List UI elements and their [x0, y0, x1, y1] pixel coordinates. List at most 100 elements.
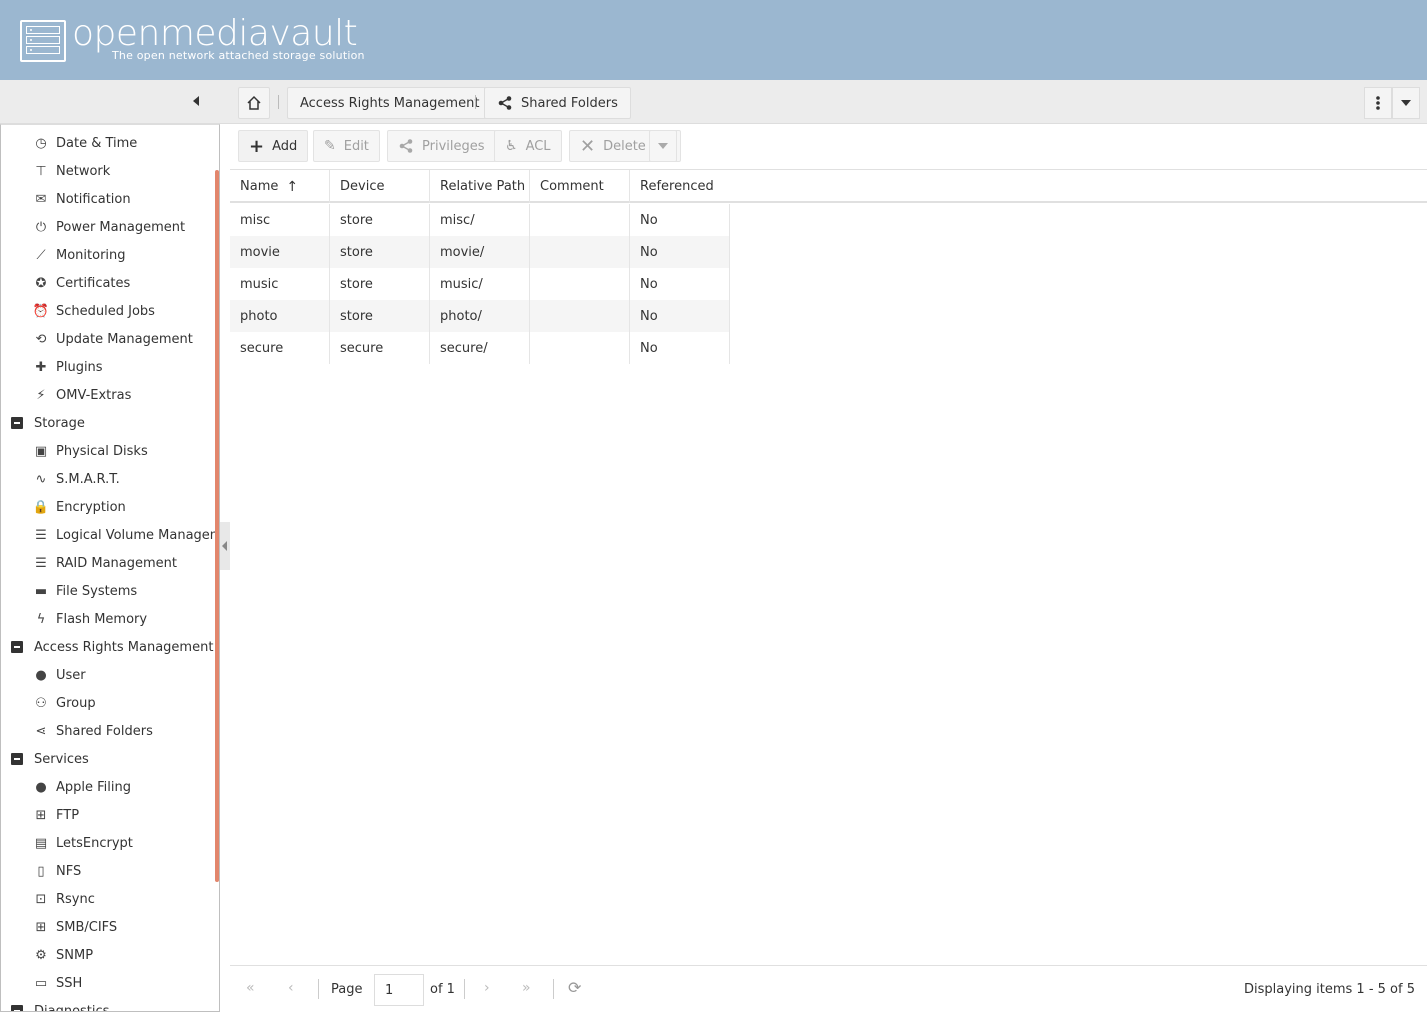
sidebar-item-label: Update Management [56, 331, 193, 347]
collapse-icon[interactable] [11, 417, 23, 429]
sidebar-item-services[interactable]: Services [11, 745, 89, 773]
sidebar-item-label: Physical Disks [56, 443, 148, 459]
last-page-icon[interactable]: » [522, 980, 531, 996]
sidebar-item-logical-volume-managem[interactable]: ☰ Logical Volume Managem [33, 521, 220, 549]
sidebar-item-rsync[interactable]: ⊡ Rsync [33, 885, 95, 913]
collapse-icon[interactable] [11, 1005, 23, 1011]
table-row[interactable]: photo store photo/No [230, 300, 730, 332]
cell-comment [530, 236, 630, 268]
sidebar-item-access-rights-management[interactable]: Access Rights Management [11, 633, 213, 661]
dropdown-menu-button[interactable] [1392, 87, 1420, 119]
close-icon: ✕ [580, 135, 596, 157]
sidebar-item-flash-memory[interactable]: ϟ Flash Memory [33, 605, 147, 633]
sidebar-item-update-management[interactable]: ⟲ Update Management [33, 325, 193, 353]
cell-relative-path: secure/ [430, 332, 530, 364]
table-row[interactable]: music store music/No [230, 268, 730, 300]
sidebar-item-label: LetsEncrypt [56, 835, 133, 851]
sidebar-item-apple-filing[interactable]: ● Apple Filing [33, 773, 131, 801]
sidebar-item-storage[interactable]: Storage [11, 409, 85, 437]
next-page-icon[interactable]: › [484, 980, 490, 996]
cell-device: store [330, 268, 430, 300]
sidebar-item-network[interactable]: ⊤ Network [33, 157, 110, 185]
privileges-button[interactable]: Privileges [387, 130, 496, 162]
sidebar-item-label: Power Management [56, 219, 186, 235]
power-icon: ⏻ [35, 219, 47, 235]
column-header-referenced[interactable]: Referenced [630, 170, 730, 203]
sidebar-item-label: S.M.A.R.T. [56, 471, 120, 487]
home-button[interactable] [238, 87, 270, 119]
refresh-icon[interactable]: ⟳ [568, 978, 581, 997]
sidebar-item-label: FTP [56, 807, 80, 823]
more-menu-button[interactable] [1364, 87, 1392, 119]
vertical-dots-icon [1376, 96, 1380, 110]
alarm-clock-icon: ⏰ [32, 303, 50, 319]
sidebar-item-physical-disks[interactable]: ▣ Physical Disks [33, 437, 148, 465]
sidebar-item-date-time[interactable]: ◷ Date & Time [33, 129, 137, 157]
previous-page-icon[interactable]: ‹ [288, 980, 294, 996]
first-page-icon[interactable]: « [246, 980, 255, 996]
column-header-name[interactable]: Name ↑ [230, 170, 330, 203]
breadcrumb-page[interactable]: Shared Folders [484, 87, 631, 119]
breadcrumb-section[interactable]: Access Rights Management [287, 87, 493, 119]
sidebar-item-label: Logical Volume Managem [56, 527, 220, 543]
cell-device: store [330, 204, 430, 236]
sidebar-item-letsencrypt[interactable]: ▤ LetsEncrypt [33, 829, 133, 857]
sidebar-item-ftp[interactable]: ⊞ FTP [33, 801, 79, 829]
sidebar-item-omv-extras[interactable]: ⚡ OMV-Extras [33, 381, 131, 409]
sort-ascending-icon: ↑ [286, 178, 299, 195]
cell-name: movie [230, 236, 330, 268]
sidebar-item-smb-cifs[interactable]: ⊞ SMB/CIFS [33, 913, 118, 941]
sidebar-item-ssh[interactable]: ▭ SSH [33, 969, 82, 997]
cell-name: secure [230, 332, 330, 364]
splitter-handle[interactable] [220, 522, 230, 570]
add-button[interactable]: + Add [238, 130, 309, 162]
collapse-sidebar-icon[interactable] [193, 96, 199, 106]
sidebar-item-snmp[interactable]: ⚙ SNMP [33, 941, 93, 969]
sidebar-item-diagnostics[interactable]: Diagnostics [11, 997, 109, 1011]
sidebar-item-file-systems[interactable]: ▬ File Systems [33, 577, 137, 605]
sidebar-item-shared-folders[interactable]: ⋖ Shared Folders [33, 717, 153, 745]
table-row[interactable]: misc store misc/No [230, 204, 730, 236]
sidebar-item-raid-management[interactable]: ☰ RAID Management [33, 549, 177, 577]
acl-button[interactable]: ♿ ACL [494, 130, 562, 162]
sidebar-item-monitoring[interactable]: ⟋ Monitoring [33, 241, 125, 269]
column-header-device[interactable]: Device [330, 170, 430, 203]
edit-button[interactable]: ✎ Edit [313, 130, 380, 162]
envelope-icon: ✉ [35, 191, 47, 207]
column-header-comment[interactable]: Comment [530, 170, 630, 203]
sidebar-item-label: Group [56, 695, 96, 711]
disk-icon: ▣ [34, 443, 48, 459]
lock-icon: 🔒 [32, 499, 50, 515]
sidebar-item-nfs[interactable]: ▯ NFS [33, 857, 81, 885]
privileges-button-label: Privileges [422, 138, 485, 154]
sidebar-item-group[interactable]: ⚇ Group [33, 689, 96, 717]
table-row[interactable]: movie store movie/No [230, 236, 730, 268]
cell-relative-path: music/ [430, 268, 530, 300]
grid-header: Name ↑ Device Relative Path Comment Refe… [230, 170, 1427, 203]
column-header-relative-path[interactable]: Relative Path [430, 170, 530, 203]
sidebar-item-label: Rsync [56, 891, 95, 907]
sidebar-scrollbar[interactable] [215, 170, 219, 882]
delete-dropdown-button[interactable] [649, 130, 677, 162]
page-number-input[interactable] [374, 974, 424, 1006]
sidebar-item-s-m-a-r-t[interactable]: ∿ S.M.A.R.T. [33, 465, 120, 493]
collapse-icon[interactable] [11, 641, 23, 653]
sidebar-item-label: Flash Memory [56, 611, 148, 627]
cell-referenced: No [630, 204, 730, 236]
collapse-icon[interactable] [11, 753, 23, 765]
caret-down-icon [658, 143, 668, 149]
sidebar-item-plugins[interactable]: ✚ Plugins [33, 353, 103, 381]
cell-comment [530, 300, 630, 332]
sidebar-item-certificates[interactable]: ✪ Certificates [33, 269, 131, 297]
sidebar-item-power-management[interactable]: ⏻ Power Management [33, 213, 185, 241]
page-count-label: of 1 [430, 982, 455, 997]
sidebar-item-user[interactable]: ● User [33, 661, 85, 689]
cell-referenced: No [630, 236, 730, 268]
puzzle-icon: ✚ [35, 359, 47, 375]
sidebar-item-scheduled-jobs[interactable]: ⏰ Scheduled Jobs [33, 297, 155, 325]
sidebar-item-encryption[interactable]: 🔒 Encryption [33, 493, 126, 521]
table-row[interactable]: secure secure secure/No [230, 332, 730, 364]
sidebar-item-notification[interactable]: ✉ Notification [33, 185, 131, 213]
rsync-icon: ⊡ [35, 891, 47, 907]
sidebar-item-label: Notification [56, 191, 131, 207]
